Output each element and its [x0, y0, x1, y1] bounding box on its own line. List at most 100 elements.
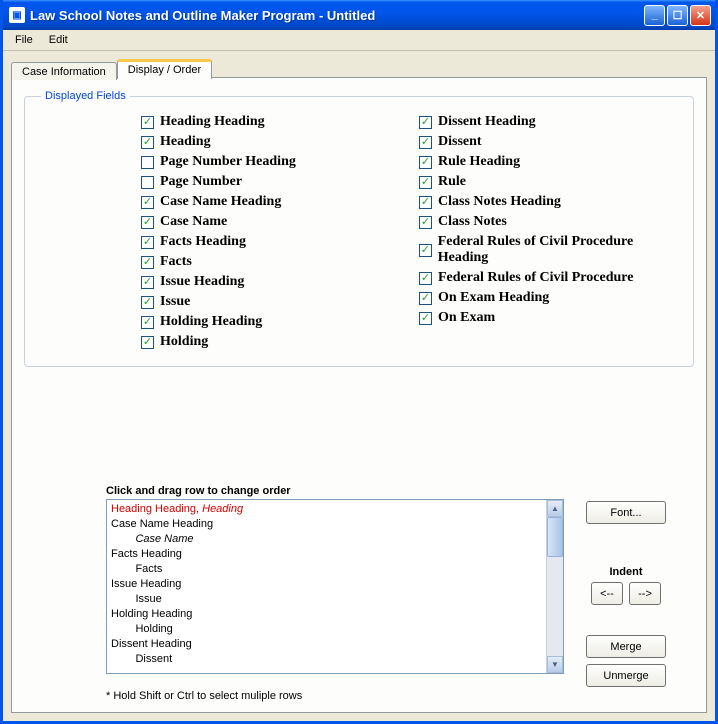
checkbox-row: ✓ Facts	[141, 254, 403, 270]
order-listbox[interactable]: Heading Heading, HeadingCase Name Headin…	[106, 499, 564, 674]
checkbox[interactable]	[141, 176, 154, 189]
checkbox[interactable]: ✓	[419, 312, 432, 325]
checkbox[interactable]: ✓	[141, 116, 154, 129]
list-item[interactable]: Heading Heading, Heading	[111, 502, 559, 517]
tab-strip: Case Information Display / Order	[11, 57, 707, 78]
checkbox[interactable]: ✓	[419, 244, 432, 257]
checkbox-label: On Exam	[438, 310, 495, 326]
list-item[interactable]: Dissent Heading	[111, 637, 559, 652]
scroll-down-button[interactable]: ▼	[547, 656, 563, 673]
tab-case-information[interactable]: Case Information	[11, 62, 117, 80]
menu-edit[interactable]: Edit	[41, 32, 76, 48]
order-section: Click and drag row to change order Headi…	[106, 485, 688, 702]
checkbox-label: On Exam Heading	[438, 290, 549, 306]
order-row: Heading Heading, HeadingCase Name Headin…	[106, 499, 688, 687]
menu-file[interactable]: File	[7, 32, 41, 48]
indent-left-button[interactable]: <--	[591, 582, 623, 605]
checkbox[interactable]: ✓	[141, 216, 154, 229]
checkbox-row: ✓ Rule Heading	[419, 154, 681, 170]
checkbox-label: Facts Heading	[160, 234, 246, 250]
tab-display-order[interactable]: Display / Order	[117, 59, 212, 79]
maximize-icon: ☐	[673, 9, 683, 22]
list-item[interactable]: Case Name	[111, 532, 559, 547]
close-button[interactable]: ✕	[690, 5, 711, 26]
checkbox[interactable]: ✓	[419, 176, 432, 189]
scroll-thumb[interactable]	[547, 517, 563, 557]
checkbox-label: Class Notes	[438, 214, 507, 230]
list-item[interactable]: Holding	[111, 622, 559, 637]
checkbox-label: Heading Heading	[160, 114, 265, 130]
checkbox[interactable]: ✓	[419, 156, 432, 169]
checkbox[interactable]: ✓	[141, 336, 154, 349]
close-icon: ✕	[696, 9, 705, 22]
checkbox-row: ✓ Class Notes	[419, 214, 681, 230]
order-listbox-inner: Heading Heading, HeadingCase Name Headin…	[107, 500, 563, 669]
list-item[interactable]: Facts Heading	[111, 547, 559, 562]
checkbox[interactable]: ✓	[141, 236, 154, 249]
checkbox-row: ✓ On Exam	[419, 310, 681, 326]
checkbox-row: ✓ Heading Heading	[141, 114, 403, 130]
checkbox-label: Issue Heading	[160, 274, 244, 290]
checkbox[interactable]: ✓	[141, 316, 154, 329]
checkbox-label: Rule Heading	[438, 154, 520, 170]
scroll-track[interactable]	[547, 557, 563, 656]
app-icon: ▣	[9, 7, 25, 23]
checkbox-row: ✓ Holding	[141, 334, 403, 350]
checkbox[interactable]: ✓	[141, 296, 154, 309]
checkbox-col-right: ✓ Dissent Heading ✓ Dissent ✓ Rule Heading ✓ Ru…	[419, 110, 681, 354]
checkbox[interactable]: ✓	[419, 196, 432, 209]
checkbox-label: Holding	[160, 334, 208, 350]
checkbox[interactable]: ✓	[419, 216, 432, 229]
checkbox-row: ✓ Issue Heading	[141, 274, 403, 290]
indent-buttons: <-- -->	[586, 582, 666, 605]
checkbox-row: ✓ Dissent Heading	[419, 114, 681, 130]
chevron-up-icon: ▲	[551, 504, 559, 513]
checkbox-label: Federal Rules of Civil Procedure Heading	[438, 234, 681, 266]
checkbox-row: Page Number	[141, 174, 403, 190]
scroll-up-button[interactable]: ▲	[547, 500, 563, 517]
tab-panel-display-order: Displayed Fields ✓ Heading Heading ✓ Headin…	[11, 77, 707, 713]
checkbox-label: Rule	[438, 174, 466, 190]
displayed-fields-group: Displayed Fields ✓Heading Heading✓Headin…	[24, 90, 694, 367]
scrollbar[interactable]: ▲ ▼	[546, 500, 563, 673]
checkbox[interactable]: ✓	[141, 256, 154, 269]
list-item[interactable]: Holding Heading	[111, 607, 559, 622]
font-button[interactable]: Font...	[586, 501, 666, 524]
checkbox[interactable]: ✓	[141, 196, 154, 209]
list-item[interactable]: Issue	[111, 592, 559, 607]
checkbox[interactable]: ✓	[141, 276, 154, 289]
checkbox-columns: ✓Heading Heading✓HeadingPage Number Head…	[41, 110, 681, 354]
window-title: Law School Notes and Outline Maker Progr…	[30, 8, 644, 23]
list-item[interactable]: Case Name Heading	[111, 517, 559, 532]
list-item[interactable]: Dissent	[111, 652, 559, 667]
client-area: Case Information Display / Order Display…	[3, 51, 715, 721]
checkbox-label: Case Name Heading	[160, 194, 281, 210]
displayed-fields-legend: Displayed Fields	[41, 90, 130, 102]
checkbox[interactable]	[141, 156, 154, 169]
maximize-button[interactable]: ☐	[667, 5, 688, 26]
checkbox-row: ✓Case Name	[141, 214, 403, 230]
checkbox[interactable]: ✓	[141, 136, 154, 149]
checkbox-label: Issue	[160, 294, 190, 310]
merge-button[interactable]: Merge	[586, 635, 666, 658]
indent-right-button[interactable]: -->	[629, 582, 661, 605]
checkbox-row: ✓ Federal Rules of Civil Procedure	[419, 270, 681, 286]
menubar: File Edit	[3, 30, 715, 51]
checkbox-label: Dissent Heading	[438, 114, 536, 130]
chevron-down-icon: ▼	[551, 660, 559, 669]
minimize-button[interactable]: _	[644, 5, 665, 26]
checkbox-label: Dissent	[438, 134, 482, 150]
checkbox-row: ✓ Facts Heading	[141, 234, 403, 250]
order-heading: Click and drag row to change order	[106, 485, 688, 497]
checkbox-label: Federal Rules of Civil Procedure	[438, 270, 633, 286]
checkbox-label: Holding Heading	[160, 314, 262, 330]
checkbox[interactable]: ✓	[419, 136, 432, 149]
checkbox[interactable]: ✓	[419, 292, 432, 305]
list-item[interactable]: Issue Heading	[111, 577, 559, 592]
checkbox-label: Facts	[160, 254, 192, 270]
checkbox[interactable]: ✓	[419, 272, 432, 285]
checkbox-label: Page Number	[160, 174, 242, 190]
unmerge-button[interactable]: Unmerge	[586, 664, 666, 687]
list-item[interactable]: Facts	[111, 562, 559, 577]
checkbox[interactable]: ✓	[419, 116, 432, 129]
